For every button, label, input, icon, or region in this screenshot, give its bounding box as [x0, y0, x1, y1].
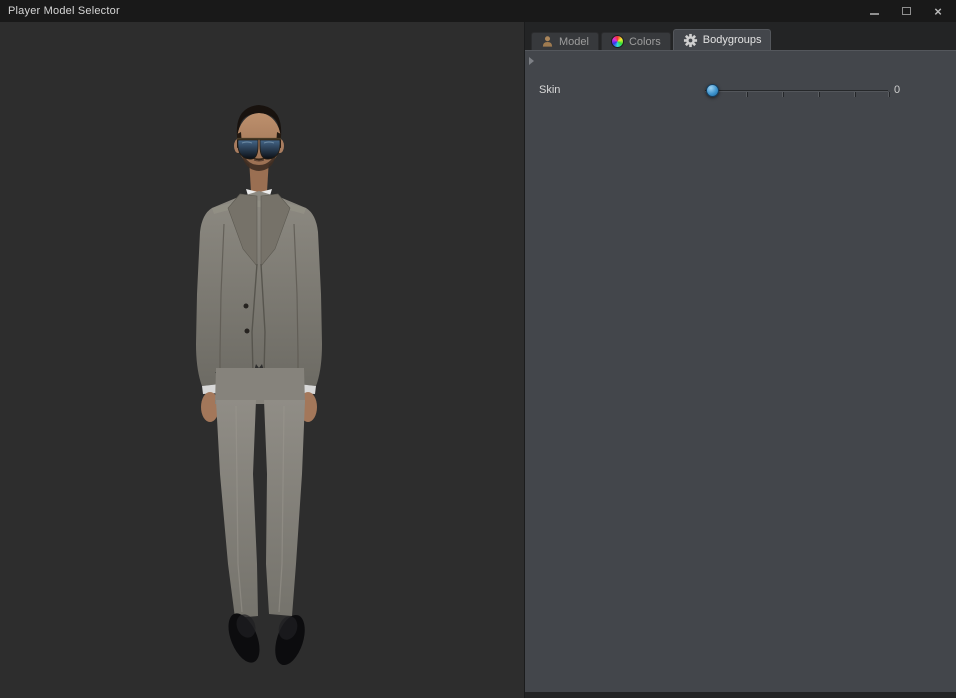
window-title: Player Model Selector: [0, 5, 120, 17]
skin-slider-track[interactable]: [705, 90, 888, 91]
settings-pane: Model Colors Bodygroups: [524, 22, 956, 698]
tab-bodygroups-label: Bodygroups: [703, 34, 762, 46]
skin-label: Skin: [539, 84, 560, 96]
window-controls: ×: [862, 0, 950, 22]
model-viewport[interactable]: [0, 22, 524, 698]
model-jacket: [196, 191, 322, 394]
tab-colors-label: Colors: [629, 36, 661, 48]
color-wheel-icon: [611, 35, 624, 48]
minimize-button[interactable]: [862, 2, 886, 20]
titlebar[interactable]: Player Model Selector ×: [0, 0, 956, 22]
slider-tick: [782, 92, 783, 97]
slider-tick: [854, 92, 855, 97]
skin-slider-row: Skin 0: [525, 51, 956, 121]
bodygroups-panel: Skin 0: [525, 50, 956, 692]
model-head: [234, 105, 284, 192]
player-model-selector-window: Player Model Selector ×: [0, 0, 956, 698]
skin-value[interactable]: 0: [894, 84, 914, 96]
player-model-preview: [158, 94, 363, 672]
mannequin-icon: [541, 35, 554, 48]
close-icon: ×: [934, 5, 942, 18]
gear-icon: [683, 33, 698, 48]
slider-tick: [888, 92, 889, 97]
tab-colors[interactable]: Colors: [601, 32, 671, 50]
model-shoes: [222, 609, 310, 669]
tab-model[interactable]: Model: [531, 32, 599, 50]
close-button[interactable]: ×: [926, 2, 950, 20]
minimize-icon: [870, 13, 879, 15]
maximize-icon: [902, 7, 911, 15]
skin-slider-handle[interactable]: [706, 84, 719, 97]
slider-tick: [746, 92, 747, 97]
maximize-button[interactable]: [894, 2, 918, 20]
slider-tick: [818, 92, 819, 97]
tab-strip: Model Colors Bodygroups: [531, 29, 771, 50]
tab-bodygroups[interactable]: Bodygroups: [673, 29, 772, 50]
model-trousers: [215, 368, 305, 618]
tab-model-label: Model: [559, 36, 589, 48]
